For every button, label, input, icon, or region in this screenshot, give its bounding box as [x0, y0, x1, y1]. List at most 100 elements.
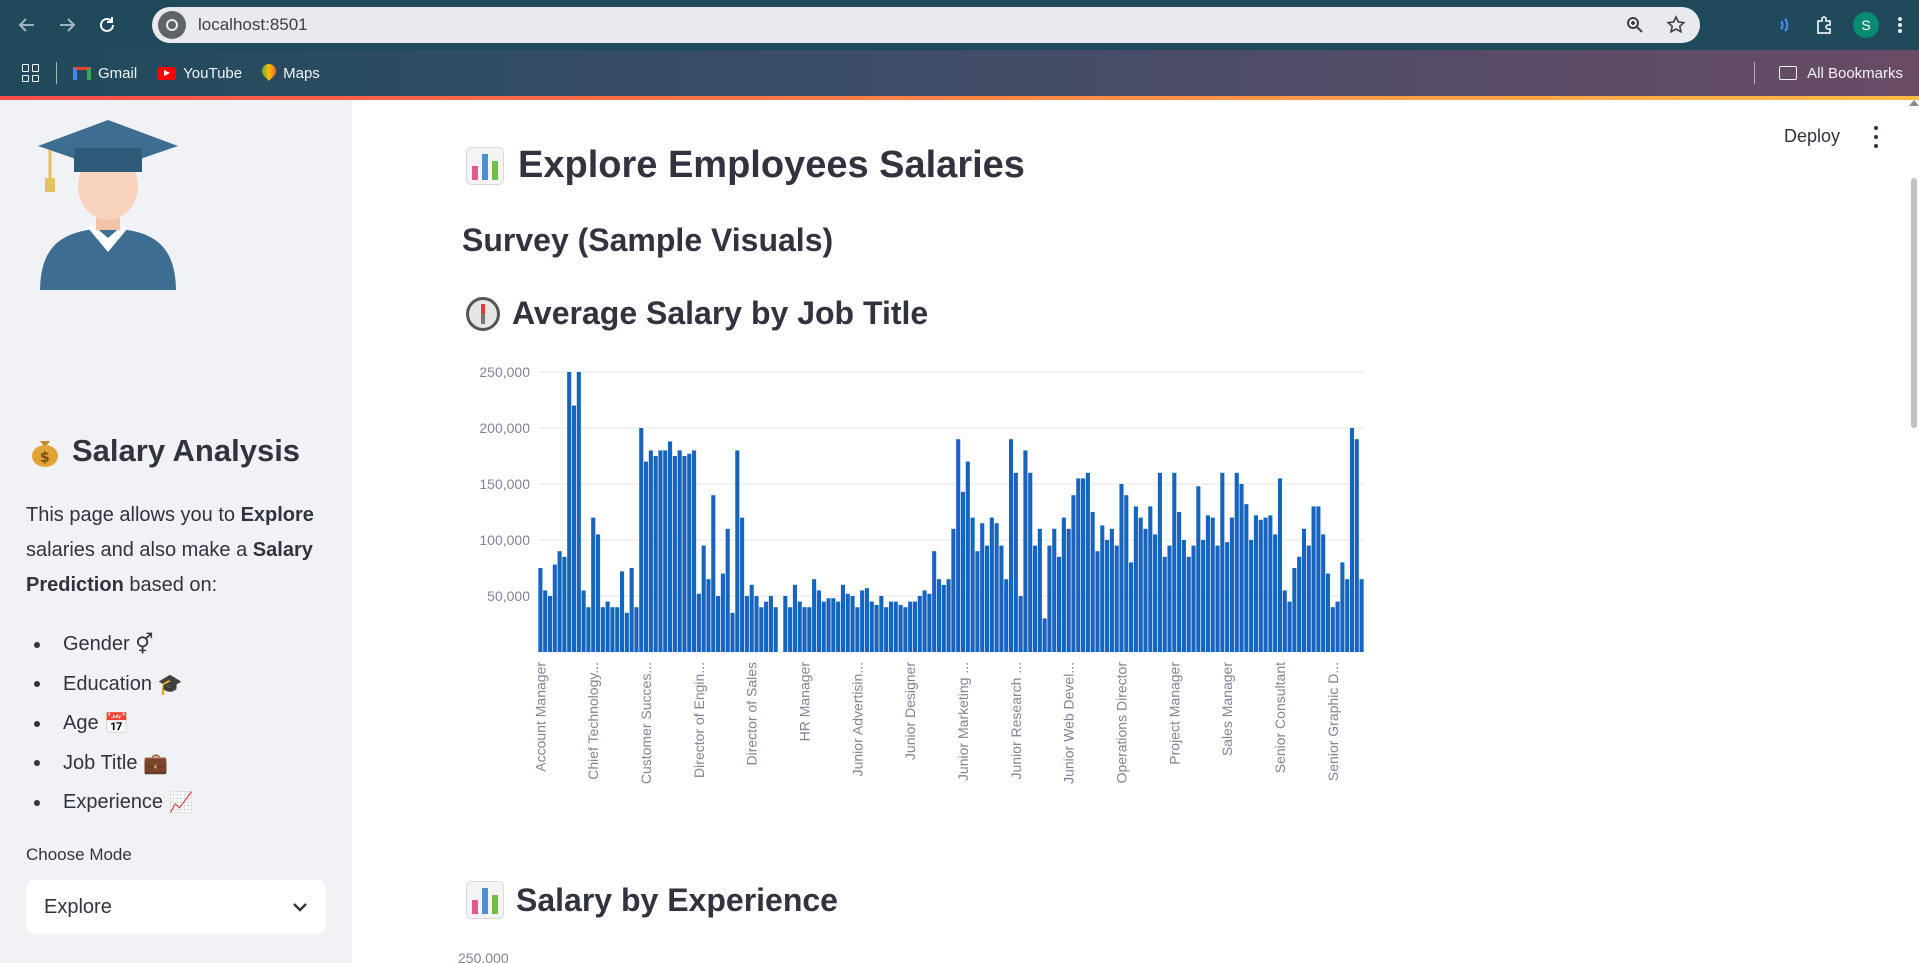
address-bar[interactable]: localhost:8501	[152, 7, 1700, 43]
bookmark-star-icon[interactable]	[1666, 15, 1686, 35]
chart-bar[interactable]	[1008, 439, 1014, 652]
chart-bar[interactable]	[1047, 545, 1052, 652]
chart-bar[interactable]	[984, 545, 990, 652]
chart-bar[interactable]	[836, 601, 841, 652]
chart-bar[interactable]	[840, 584, 845, 652]
chart-bar[interactable]	[1148, 506, 1153, 652]
chart-bar[interactable]	[1133, 506, 1138, 652]
chart-bar[interactable]	[672, 456, 677, 652]
chart-bar[interactable]	[1225, 542, 1230, 652]
chart-bar[interactable]	[759, 607, 764, 652]
chart-bar[interactable]	[792, 584, 797, 652]
chart-bar[interactable]	[965, 461, 970, 652]
chart-bar[interactable]	[936, 579, 942, 652]
chart-bar[interactable]	[821, 601, 826, 652]
chart-bar[interactable]	[1004, 579, 1009, 652]
chart-bar[interactable]	[816, 590, 821, 652]
chart-bar[interactable]	[605, 601, 610, 652]
chart-bar[interactable]	[1220, 472, 1225, 652]
bookmark-youtube[interactable]: YouTube	[157, 65, 242, 82]
chart-bar[interactable]	[1037, 528, 1042, 652]
chart-bar[interactable]	[869, 601, 874, 652]
back-button[interactable]	[10, 8, 44, 42]
read-aloud-icon[interactable]	[1777, 15, 1797, 35]
all-bookmarks-button[interactable]: All Bookmarks	[1754, 50, 1903, 96]
chart-bar[interactable]	[1273, 534, 1278, 652]
chart-bar[interactable]	[725, 528, 730, 652]
chart-bar[interactable]	[1215, 545, 1220, 652]
chart-bar[interactable]	[831, 598, 836, 652]
chart-bar[interactable]	[807, 607, 812, 652]
chart-bar[interactable]	[1316, 506, 1321, 652]
chart-bar[interactable]	[1306, 545, 1311, 652]
chart-bar[interactable]	[1061, 517, 1066, 652]
chart-bar[interactable]	[744, 596, 749, 652]
chart-bar[interactable]	[576, 372, 581, 652]
chart-bar[interactable]	[1335, 601, 1340, 652]
chart-bar[interactable]	[845, 593, 850, 652]
chart-bar[interactable]	[826, 598, 831, 652]
zoom-icon[interactable]	[1626, 16, 1644, 34]
chart-bar[interactable]	[1349, 428, 1355, 652]
chart-bar[interactable]	[696, 593, 701, 652]
chart-bar[interactable]	[1340, 562, 1345, 652]
chart-bar[interactable]	[692, 450, 697, 652]
chart-bar[interactable]	[1129, 562, 1134, 652]
chart-bar[interactable]	[543, 590, 548, 652]
chart-bar[interactable]	[735, 450, 740, 652]
chart-bar[interactable]	[1330, 607, 1335, 652]
chart-bar[interactable]	[567, 372, 572, 652]
chart-bar[interactable]	[1196, 486, 1201, 652]
chart-bar[interactable]	[884, 607, 889, 652]
chart-bar[interactable]	[624, 612, 629, 652]
chart-bar[interactable]	[1109, 528, 1114, 652]
chart-bar[interactable]	[1186, 556, 1191, 652]
chart-bar[interactable]	[764, 601, 769, 652]
chart-bar[interactable]	[1105, 540, 1110, 652]
chart-bar[interactable]	[1119, 484, 1124, 652]
chart-bar[interactable]	[908, 601, 913, 652]
chart-bar[interactable]	[864, 588, 870, 652]
chart-bar[interactable]	[687, 453, 692, 652]
chart-bar[interactable]	[730, 612, 735, 652]
chart-bar[interactable]	[989, 517, 994, 652]
chart-bar[interactable]	[1181, 540, 1186, 652]
chart-bar[interactable]	[754, 596, 759, 652]
chart-bar[interactable]	[1201, 540, 1206, 652]
chart-bar[interactable]	[682, 456, 687, 652]
chart-bar[interactable]	[1277, 478, 1283, 652]
chart-bar[interactable]	[1042, 618, 1047, 652]
chart-bar[interactable]	[1268, 515, 1273, 652]
chart-bar[interactable]	[663, 450, 668, 652]
chart-bar[interactable]	[1167, 545, 1172, 652]
chart-bar[interactable]	[1114, 545, 1119, 652]
chart-bar[interactable]	[1013, 472, 1018, 652]
chart-bar[interactable]	[879, 596, 884, 652]
chart-bar[interactable]	[538, 568, 543, 652]
chart-bar[interactable]	[768, 596, 773, 652]
chart-bar[interactable]	[1157, 472, 1162, 652]
bookmark-maps[interactable]: Maps	[262, 64, 320, 82]
chart-bar[interactable]	[600, 607, 605, 652]
chart-bar[interactable]	[994, 523, 999, 652]
chart-bar[interactable]	[802, 607, 807, 652]
chart-bar[interactable]	[1143, 528, 1148, 652]
chart-bar[interactable]	[749, 584, 754, 652]
chart-bar[interactable]	[562, 556, 567, 652]
chart-bar[interactable]	[941, 584, 946, 652]
chart-bar[interactable]	[860, 590, 865, 652]
chart-bar[interactable]	[658, 450, 663, 652]
chart-bar[interactable]	[1210, 517, 1215, 652]
chart-bar[interactable]	[956, 439, 961, 652]
chart-bar[interactable]	[1253, 515, 1258, 652]
chart-bar[interactable]	[1162, 556, 1167, 652]
reload-button[interactable]	[90, 8, 124, 42]
chart-bar[interactable]	[898, 604, 903, 652]
chart-bar[interactable]	[999, 545, 1004, 652]
chart-bar[interactable]	[591, 517, 596, 652]
chart-bar[interactable]	[711, 495, 716, 652]
chart-bar[interactable]	[644, 461, 649, 652]
chart-bar[interactable]	[1018, 596, 1023, 652]
extensions-icon[interactable]	[1815, 15, 1835, 35]
chart-bar[interactable]	[912, 601, 918, 652]
